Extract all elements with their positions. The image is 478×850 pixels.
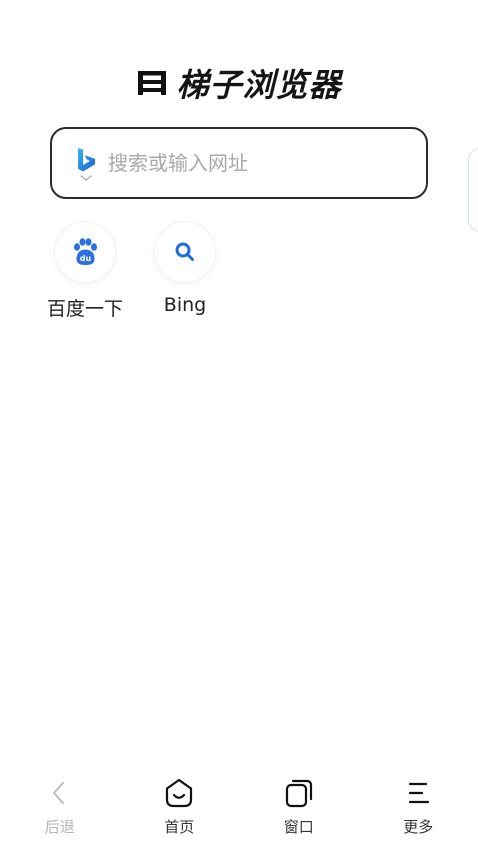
shortcut-grid: du 百度一下 Bing	[47, 222, 223, 321]
bottom-navigation: 后退 首页 窗口 更多	[0, 776, 478, 850]
bing-icon	[78, 147, 95, 171]
side-panel-edge[interactable]	[468, 148, 478, 232]
shortcut-bing[interactable]: Bing	[147, 222, 223, 321]
chevron-left-icon	[52, 782, 64, 804]
ladder-logo-icon	[138, 71, 167, 95]
svg-text:du: du	[80, 254, 92, 263]
menu-icon	[409, 782, 430, 804]
app-logo: 梯子浏览器	[0, 60, 478, 106]
windows-button[interactable]: 窗口	[254, 776, 344, 837]
baidu-paw-icon: du	[74, 238, 97, 265]
chevron-down-icon	[80, 174, 92, 181]
search-icon	[175, 242, 194, 261]
app-title: 梯子浏览器	[176, 66, 342, 104]
shortcut-icon-container	[155, 222, 215, 282]
home-button[interactable]: 首页	[134, 776, 224, 837]
back-button[interactable]: 后退	[15, 776, 105, 837]
windows-label: 窗口	[283, 818, 314, 836]
back-label: 后退	[44, 818, 75, 836]
search-engine-selector[interactable]	[74, 143, 98, 183]
shortcut-label: Bing	[163, 294, 207, 316]
search-input[interactable]	[108, 151, 408, 175]
shortcut-label: 百度一下	[47, 298, 124, 320]
home-label: 首页	[164, 818, 195, 836]
browser-home-page: 梯子浏览器 搜索或输入网址 du 百度一下 Bing 后退 首页 窗口 更多	[0, 0, 478, 850]
search-bar[interactable]	[50, 127, 428, 199]
shortcut-baidu[interactable]: du 百度一下	[47, 222, 123, 321]
home-smile-icon	[166, 778, 193, 808]
windows-icon	[285, 779, 312, 808]
shortcut-icon-container: du	[55, 222, 115, 282]
more-button[interactable]: 更多	[373, 776, 463, 837]
more-label: 更多	[403, 818, 434, 836]
